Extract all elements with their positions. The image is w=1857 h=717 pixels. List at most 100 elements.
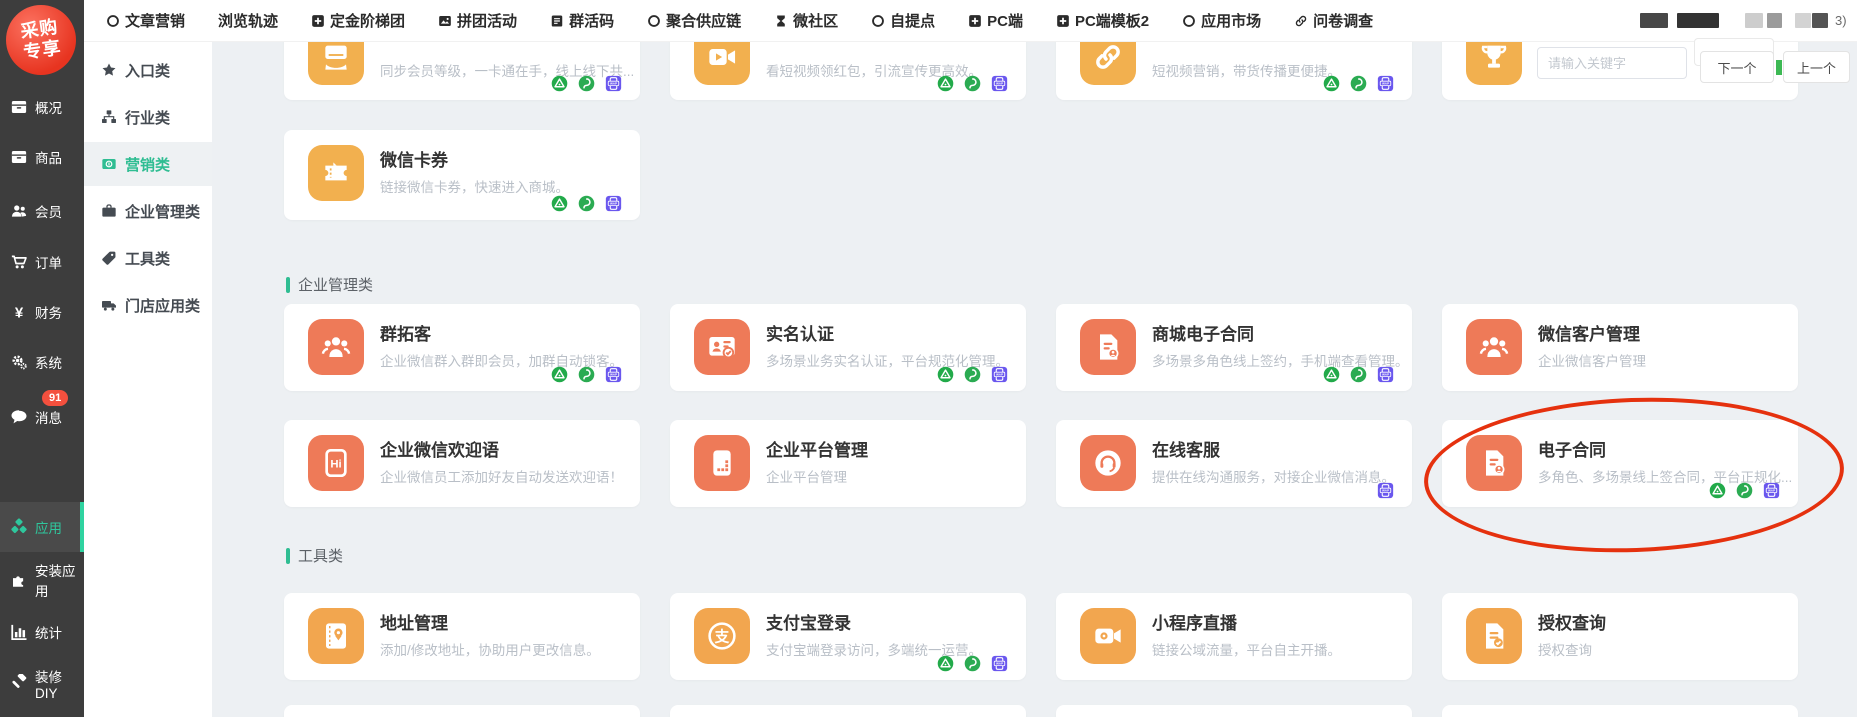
sidebar-item-system[interactable]: 系统 (0, 345, 84, 379)
svg-text:支: 支 (714, 627, 730, 645)
mp-badge (937, 655, 954, 672)
category-item-entry[interactable]: 入口类 (84, 48, 212, 92)
sidebar-item-finance[interactable]: ¥财务 (0, 295, 84, 329)
app-card-video-redpacket[interactable]: 看短视频领红包，引流宣传更高效。WAP (670, 42, 1026, 100)
nav-item-group-buy-activity[interactable]: 拼团活动 (438, 10, 517, 31)
wap-badge: WAP (1377, 366, 1394, 383)
app-card-mall-econtract[interactable]: 商城电子合同多场景多角色线上签约，手机端查看管理。WAP (1056, 304, 1412, 391)
app-card-partial-card-4[interactable] (1442, 705, 1798, 717)
green-sliver (1776, 60, 1782, 75)
nav-item-supply-chain[interactable]: 聚合供应链 (647, 10, 741, 31)
app-card-miniprogram-live[interactable]: 小程序直播链接公域流量，平台自主开播。 (1056, 593, 1412, 680)
sidebar-item-orders[interactable]: 订单 (0, 245, 84, 279)
puzzle-icon (10, 571, 28, 589)
sidebar-item-label: 概况 (35, 97, 62, 117)
box-icon (10, 148, 28, 166)
app-card-wecom-welcome[interactable]: Hi企业微信欢迎语企业微信员工添加好友自动发送欢迎语！ (284, 420, 640, 507)
sidebar-item-diy[interactable]: 装修DIY (0, 666, 84, 700)
nav-item-micro-community[interactable]: 微社区 (774, 10, 838, 31)
app-card-partial-card-2[interactable] (670, 705, 1026, 717)
platform-badges: WAP (937, 366, 1008, 383)
wap-badge: WAP (991, 366, 1008, 383)
star-icon (101, 62, 117, 78)
top-nav-items: 文章营销 浏览轨迹 定金阶梯团 拼团活动 群活码 聚合供应链 微社区 自提点 PC端 PC端模板2… (106, 10, 1373, 31)
nav-item-pc-template2[interactable]: PC端模板2 (1056, 10, 1149, 31)
app-card-member-card-sync[interactable]: 同步会员等级，一卡通在手，线上线下共...WAP (284, 42, 640, 100)
marketing-icon (101, 156, 117, 172)
app-title: 企业平台管理 (766, 436, 868, 461)
category-item-industry[interactable]: 行业类 (84, 95, 212, 139)
app-card-real-name-auth[interactable]: 实名认证多场景业务实名认证，平台规范化管理。WAP (670, 304, 1026, 391)
mp-badge (1323, 75, 1340, 92)
sidebar-item-label: 消息 (35, 407, 62, 427)
nav-item-label: 自提点 (890, 10, 935, 31)
nav-item-article-marketing[interactable]: 文章营销 (106, 10, 185, 31)
hi-phone-icon: Hi (308, 435, 364, 491)
tag-icon (101, 250, 117, 266)
nav-item-group-qr-code[interactable]: 群活码 (550, 10, 614, 31)
app-card-econtract[interactable]: 电子合同多角色、多场景线上签合同，平台正规化...WAP (1442, 420, 1798, 507)
wx-badge (578, 75, 595, 92)
app-title: 小程序直播 (1152, 609, 1237, 634)
nav-item-label: 拼团活动 (457, 10, 517, 31)
svg-text:Hi: Hi (330, 459, 341, 471)
nav-item-label: 问卷调查 (1313, 10, 1373, 31)
svg-text:WAP: WAP (610, 373, 617, 377)
category-item-store-apps[interactable]: 门店应用类 (84, 283, 212, 327)
nav-item-survey[interactable]: 问卷调查 (1294, 10, 1373, 31)
app-card-group-expansion[interactable]: 群拓客企业微信群入群即会员，加群自动锁客。WAP (284, 304, 640, 391)
find-input[interactable] (1537, 47, 1687, 79)
app-card-online-service[interactable]: 在线客服提供在线沟通服务，对接企业微信消息。WAP (1056, 420, 1412, 507)
svg-text:WAP: WAP (996, 82, 1003, 86)
nav-item-browse-history[interactable]: 浏览轨迹 (218, 10, 278, 31)
wap-badge: WAP (1377, 482, 1394, 499)
logo-line2: 专享 (22, 37, 62, 62)
top-nav: 文章营销 浏览轨迹 定金阶梯团 拼团活动 群活码 聚合供应链 微社区 自提点 PC端 PC端模板2… (84, 0, 1857, 42)
sidebar-item-label: 统计 (35, 622, 62, 642)
category-item-label: 门店应用类 (125, 295, 200, 316)
find-next-button[interactable]: 下一个 (1700, 51, 1774, 83)
app-desc: 企业平台管理 (766, 466, 847, 486)
app-card-address-mgmt[interactable]: 地址管理添加/修改地址，协助用户更改信息。 (284, 593, 640, 680)
nav-item-pickup-point[interactable]: 自提点 (871, 10, 935, 31)
redacted-account-info: 3) (1640, 13, 1847, 28)
category-item-enterprise-management[interactable]: 企业管理类 (84, 189, 212, 233)
app-card-partial-card-1[interactable] (284, 705, 640, 717)
find-prev-button[interactable]: 上一个 (1783, 51, 1850, 83)
primary-sidebar: 采购 专享 概况商品会员订单¥财务系统消息91应用安装应用统计装修DIY (0, 0, 84, 717)
contract-doc-icon (1080, 319, 1136, 375)
app-card-partial-card-3[interactable] (1056, 705, 1412, 717)
yen-icon: ¥ (10, 303, 28, 321)
mp-badge (551, 195, 568, 212)
nav-item-label: PC端 (987, 10, 1023, 31)
app-card-enterprise-platform[interactable]: 企业平台管理企业平台管理 (670, 420, 1026, 507)
svg-text:WAP: WAP (610, 82, 617, 86)
address-book-icon (308, 608, 364, 664)
nav-item-pc[interactable]: PC端 (968, 10, 1023, 31)
nav-item-app-market[interactable]: 应用市场 (1182, 10, 1261, 31)
nav-item-deposit-ladder-group[interactable]: 定金阶梯团 (311, 10, 405, 31)
app-card-auth-query[interactable]: 授权查询授权查询 (1442, 593, 1798, 680)
cubes-icon (10, 518, 28, 536)
sidebar-item-overview[interactable]: 概况 (0, 90, 84, 124)
category-item-tools[interactable]: 工具类 (84, 236, 212, 280)
category-item-marketing[interactable]: 营销类 (84, 142, 212, 186)
circle-icon (106, 14, 120, 28)
mp-badge (937, 366, 954, 383)
app-card-short-video-marketing[interactable]: 短视频营销，带货传播更便捷。WAP (1056, 42, 1412, 100)
section-header-enterprise-management: 企业管理类 (286, 274, 373, 295)
sidebar-item-install-apps[interactable]: 安装应用 (0, 563, 84, 597)
bubble-icon (10, 408, 28, 426)
sidebar-item-goods[interactable]: 商品 (0, 140, 84, 174)
section-header-tools: 工具类 (286, 545, 343, 566)
svg-text:WAP: WAP (1382, 373, 1389, 377)
sidebar-item-stats[interactable]: 统计 (0, 615, 84, 649)
app-card-alipay-login[interactable]: 支支付宝登录支付宝端登录访问，多端统一运营。WAP (670, 593, 1026, 680)
app-card-wechat-customer-mgmt[interactable]: 微信客户管理企业微信客户管理 (1442, 304, 1798, 391)
sidebar-item-messages[interactable]: 消息91 (0, 400, 84, 434)
sidebar-item-apps[interactable]: 应用 (0, 502, 84, 552)
sidebar-item-label: 订单 (35, 252, 62, 272)
sidebar-item-members[interactable]: 会员 (0, 194, 84, 228)
app-card-wechat-coupon[interactable]: 微信卡券链接微信卡券，快速进入商城。WAP (284, 130, 640, 220)
svg-text:WAP: WAP (610, 202, 617, 206)
